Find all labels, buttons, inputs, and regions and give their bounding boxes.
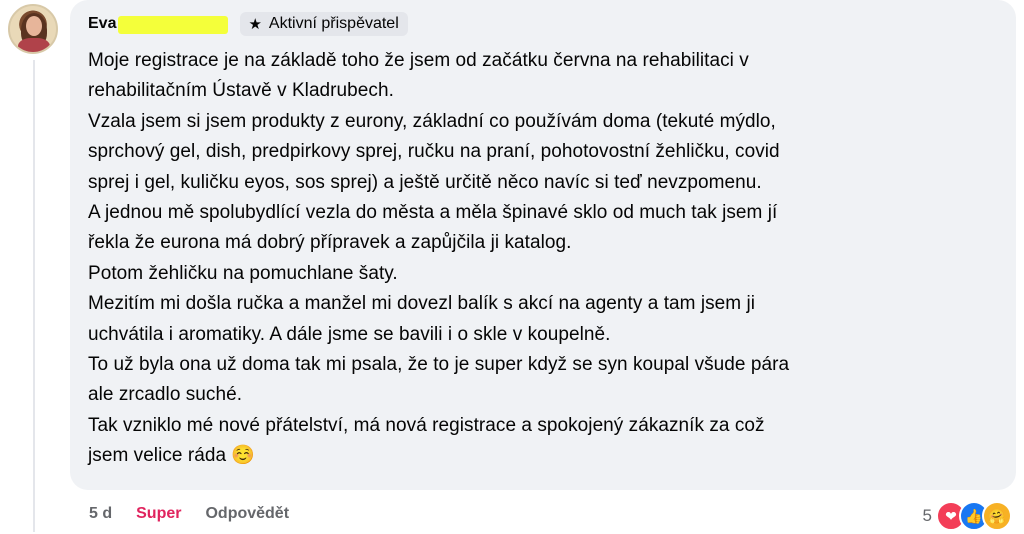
comment-line: Mezitím mi došla ručka a manžel mi dovez… [88,293,756,315]
badge-label: Aktivní přispěvatel [268,15,399,32]
comment-line: uchvátila i aromatiky. A dále jsme se ba… [88,323,611,345]
avatar-body [18,38,50,52]
comment-line: Moje registrace je na základě toho že js… [88,50,749,71]
comment-line: ale zrcadlo suché. [88,384,243,406]
reply-button[interactable]: Odpovědět [205,505,289,523]
super-reaction-button[interactable]: Super [136,505,181,523]
name-redaction-highlight [118,16,229,34]
author-row: Eva ★ Aktivní přispěvatel [88,11,408,37]
star-icon: ★ [248,16,262,33]
author-name[interactable]: Eva [88,15,116,33]
comment-line: Potom žehličku na pomuchlane šaty. [88,262,398,284]
comment-actions: 5 d Super Odpovědět [89,505,289,523]
comment-line: řekla že eurona má dobrý přípravek a zap… [88,232,572,254]
comment-text: Moje registrace je na základě toho že js… [88,46,1003,472]
comment-line: jsem velice ráda ☺️ [88,445,256,467]
comment-bubble: Eva ★ Aktivní přispěvatel Moje registrac… [70,0,1016,490]
comment-line: rehabilitačním Ústavě v Kladrubech. [88,80,394,102]
avatar-face [26,16,42,36]
thread-line [33,60,35,532]
reactions-summary[interactable]: 5 ❤ 👍 🤗 [923,498,1012,534]
comment-line: sprej i gel, kuličku eyos, sos sprej) a … [88,171,762,193]
timestamp-link[interactable]: 5 d [89,505,112,523]
reaction-count: 5 [922,506,932,525]
comment-line: To už byla ona už doma tak mi psala, že … [88,354,790,376]
comment-line: A jednou mě spolubydlící vezla do města … [88,202,778,224]
care-icon: 🤗 [982,501,1012,531]
comment-line: sprchový gel, dish, predpirkovy sprej, r… [88,141,780,163]
comment-line: Vzala jsem si jsem produkty z eurony, zá… [88,110,776,132]
active-contributor-badge[interactable]: ★ Aktivní přispěvatel [240,12,408,36]
comment-line: Tak vzniklo mé nové přátelství, má nová … [88,414,765,436]
avatar[interactable] [8,4,58,54]
